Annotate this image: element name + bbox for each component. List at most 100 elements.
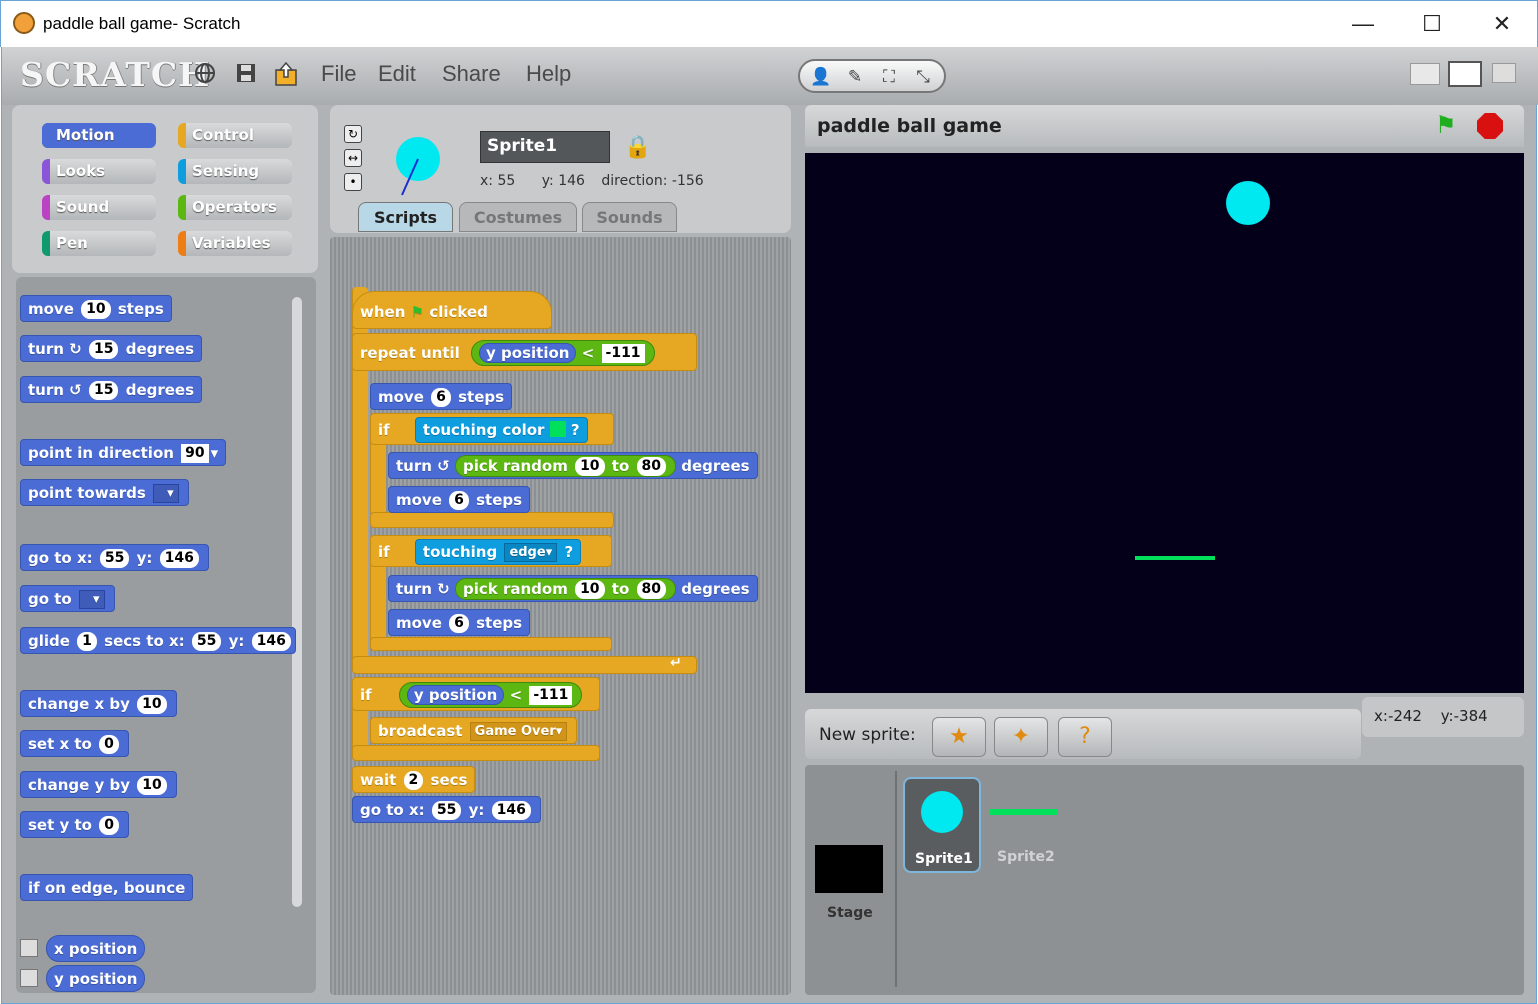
block-if-y-position[interactable]: if y position < -111 (352, 677, 600, 711)
close-button[interactable]: ✕ (1487, 11, 1517, 37)
reporter-y-position: y position (406, 685, 505, 705)
sprite2-tile[interactable]: Sprite2 (989, 777, 1069, 873)
stage-canvas[interactable] (805, 153, 1524, 693)
loop-arrow-icon: ↵ (670, 655, 682, 671)
category-pen[interactable]: Pen (42, 231, 156, 256)
category-looks[interactable]: Looks (42, 159, 156, 184)
category-sensing[interactable]: Sensing (178, 159, 292, 184)
block-set-x[interactable]: set x to 0 (20, 730, 129, 757)
tab-costumes[interactable]: Costumes (459, 202, 577, 232)
category-panel: Motion Control Looks Sensing Sound Opera… (12, 105, 318, 273)
block-change-x[interactable]: change x by 10 (20, 690, 177, 717)
scratch-app: SCRATCH File Edit Share Help 👤 ✎ ⛶ ⤡ Mot… (1, 47, 1538, 1004)
block-repeat-until[interactable]: repeat until y position < -111 (352, 333, 697, 371)
block-less-than[interactable]: y position < -111 (471, 340, 655, 366)
category-control[interactable]: Control (178, 123, 292, 148)
reporter-y-position[interactable]: y position (46, 965, 146, 992)
block-wait[interactable]: wait 2 secs (352, 766, 476, 793)
scripts-area[interactable]: ↵ when ⚑ clicked repeat until y position… (330, 237, 791, 995)
block-move[interactable]: move 6 steps (388, 486, 531, 513)
choose-sprite-button[interactable]: ✦ (994, 717, 1048, 757)
normal-stage-icon[interactable] (1448, 61, 1482, 87)
category-motion[interactable]: Motion (42, 123, 156, 148)
block-glide[interactable]: glide 1 secs to x: 55 y: 146 (20, 627, 296, 654)
block-goto-xy[interactable]: go to x: 55 y: 146 (20, 544, 209, 571)
sprite-thumbnail (396, 137, 440, 196)
sprite-name-field[interactable]: Sprite1 (480, 131, 610, 163)
block-bounce[interactable]: if on edge, bounce (20, 874, 194, 901)
sprite1-tile[interactable]: Sprite1 (903, 777, 981, 873)
new-sprite-label: New sprite: (819, 725, 916, 745)
menu-file[interactable]: File (321, 61, 356, 87)
presentation-icon[interactable] (1492, 63, 1516, 83)
block-turn-random[interactable]: turn ↺ pick random 10 to 80 degrees (388, 452, 758, 479)
block-less-than[interactable]: y position < -111 (398, 682, 583, 708)
delete-icon[interactable]: ✎ (840, 65, 870, 89)
ball-sprite[interactable] (1226, 181, 1270, 225)
grow-icon[interactable]: ⛶ (874, 65, 904, 89)
block-move[interactable]: move 10 steps (20, 295, 172, 322)
block-when-flag-clicked[interactable]: when ⚑ clicked (352, 291, 552, 329)
mouse-x: -242 (1387, 707, 1422, 725)
shrink-icon[interactable]: ⤡ (908, 65, 938, 89)
globe-icon[interactable] (192, 61, 218, 87)
minimize-button[interactable]: — (1348, 11, 1378, 37)
block-turn-cw[interactable]: turn ↻ 15 degrees (20, 335, 203, 362)
share-icon[interactable] (272, 61, 298, 87)
block-turn-random[interactable]: turn ↻ pick random 10 to 80 degrees (388, 575, 758, 602)
random-sprite-button[interactable]: ? (1058, 717, 1112, 757)
flip-style-icon[interactable]: ↔ (344, 149, 362, 167)
sprite2-label: Sprite2 (997, 849, 1055, 865)
no-rotate-icon[interactable]: • (344, 173, 362, 191)
green-flag-button[interactable]: ⚑ (1435, 111, 1457, 139)
block-move[interactable]: move 6 steps (370, 383, 513, 410)
block-touching-color[interactable]: touching color ? (414, 417, 588, 443)
rotate-style-icon[interactable]: ↻ (344, 125, 362, 143)
lock-icon[interactable]: 🔒 (624, 135, 651, 160)
block-point-towards[interactable]: point towards ▾ (20, 479, 189, 506)
ypos-checkbox[interactable] (20, 969, 38, 987)
menu-share[interactable]: Share (442, 61, 501, 87)
block-broadcast[interactable]: broadcast Game Over▾ (370, 717, 578, 744)
block-if-touching-color[interactable]: if touching color ? (370, 413, 614, 445)
maximize-button[interactable]: ☐ (1417, 11, 1447, 37)
paint-sprite-button[interactable]: ★ (932, 717, 986, 757)
rotate-cw-icon: ↻ (69, 340, 82, 358)
reporter-y-position: y position (479, 343, 577, 363)
if2-footer (370, 637, 612, 651)
block-change-y[interactable]: change y by 10 (20, 771, 177, 798)
block-point-direction[interactable]: point in direction 90 ▾ (20, 439, 227, 466)
category-operators[interactable]: Operators (178, 195, 292, 220)
block-touching[interactable]: touching edge▾ ? (414, 539, 582, 565)
block-pick-random[interactable]: pick random 10 to 80 (454, 578, 676, 600)
tab-scripts[interactable]: Scripts (358, 202, 453, 232)
if1-footer (370, 512, 614, 528)
block-pick-random[interactable]: pick random 10 to 80 (454, 455, 676, 477)
palette-scrollbar[interactable] (292, 297, 302, 907)
paddle-sprite[interactable] (1135, 556, 1215, 560)
save-icon[interactable] (233, 61, 259, 87)
category-variables[interactable]: Variables (178, 231, 292, 256)
small-stage-icon[interactable] (1410, 63, 1440, 85)
xpos-checkbox[interactable] (20, 939, 38, 957)
reporter-x-position[interactable]: x position (46, 935, 146, 962)
block-turn-ccw[interactable]: turn ↺ 15 degrees (20, 376, 203, 403)
block-goto[interactable]: go to ▾ (20, 585, 115, 612)
category-label: Operators (192, 198, 277, 216)
block-if-touching-edge[interactable]: if touching edge▾ ? (370, 535, 612, 567)
rotate-ccw-icon: ↺ (437, 457, 450, 475)
block-move[interactable]: move 6 steps (388, 609, 531, 636)
tab-sounds[interactable]: Sounds (582, 202, 677, 232)
stage-thumbnail[interactable] (815, 845, 883, 893)
menu-edit[interactable]: Edit (378, 61, 416, 87)
mouse-y: -384 (1453, 707, 1488, 725)
sprite-list: Stage Sprite1 Sprite2 (805, 765, 1524, 995)
duplicate-icon[interactable]: 👤 (806, 65, 836, 89)
menu-help[interactable]: Help (526, 61, 571, 87)
sprite-dropdown: ▾ (153, 484, 179, 503)
category-sound[interactable]: Sound (42, 195, 156, 220)
block-set-y[interactable]: set y to 0 (20, 811, 129, 838)
rotate-cw-icon: ↻ (437, 580, 450, 598)
block-goto-xy[interactable]: go to x: 55 y: 146 (352, 796, 541, 823)
stop-button[interactable] (1477, 113, 1503, 139)
